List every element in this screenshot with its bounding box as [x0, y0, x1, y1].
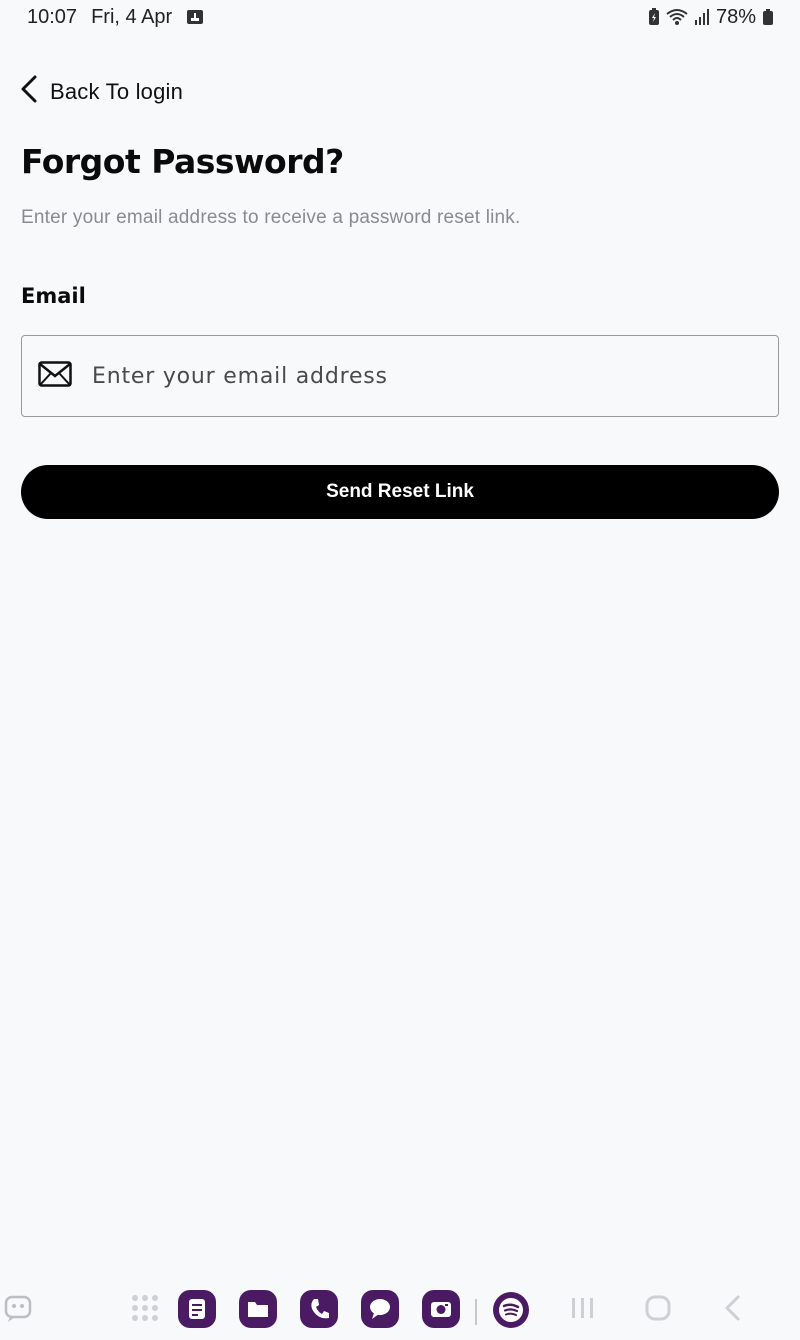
- camera-app-icon[interactable]: [422, 1290, 460, 1328]
- taskbar-divider: [475, 1299, 477, 1325]
- page-title: Forgot Password?: [21, 142, 344, 181]
- back-to-login-link[interactable]: Back To login: [18, 74, 183, 109]
- spotify-app-icon[interactable]: [491, 1290, 531, 1330]
- battery-percent: 78%: [715, 5, 756, 28]
- status-date: Fri, 4 Apr: [91, 5, 173, 28]
- envelope-icon: [38, 360, 72, 392]
- email-input[interactable]: [92, 363, 732, 389]
- signal-icon: [694, 8, 710, 26]
- home-icon[interactable]: [645, 1295, 671, 1321]
- email-field-container[interactable]: [21, 335, 779, 417]
- messages-app-icon[interactable]: [361, 1290, 399, 1328]
- battery-saver-icon: [648, 8, 660, 26]
- back-to-login-label: Back To login: [50, 78, 184, 104]
- battery-icon: [762, 8, 774, 26]
- back-icon[interactable]: [722, 1295, 742, 1321]
- status-right: 78%: [648, 6, 774, 29]
- send-reset-link-button[interactable]: Send Reset Link: [21, 465, 779, 519]
- screenshot-icon: [186, 9, 204, 25]
- status-time: 10:07: [27, 5, 78, 28]
- email-label: Email: [21, 284, 86, 308]
- phone-app-icon[interactable]: [300, 1290, 338, 1328]
- status-bar: 10:07 Fri, 4 Apr 78%: [0, 0, 800, 34]
- wifi-icon: [666, 8, 688, 26]
- status-left: 10:07 Fri, 4 Apr: [27, 6, 204, 29]
- notes-app-icon[interactable]: [178, 1290, 216, 1328]
- assistant-icon[interactable]: [4, 1295, 34, 1323]
- app-drawer-icon[interactable]: [131, 1294, 159, 1322]
- chevron-left-icon: [18, 74, 40, 109]
- page-subtitle: Enter your email address to receive a pa…: [21, 207, 521, 228]
- files-app-icon[interactable]: [239, 1290, 277, 1328]
- recents-icon[interactable]: [570, 1296, 596, 1320]
- taskbar: [0, 1276, 800, 1340]
